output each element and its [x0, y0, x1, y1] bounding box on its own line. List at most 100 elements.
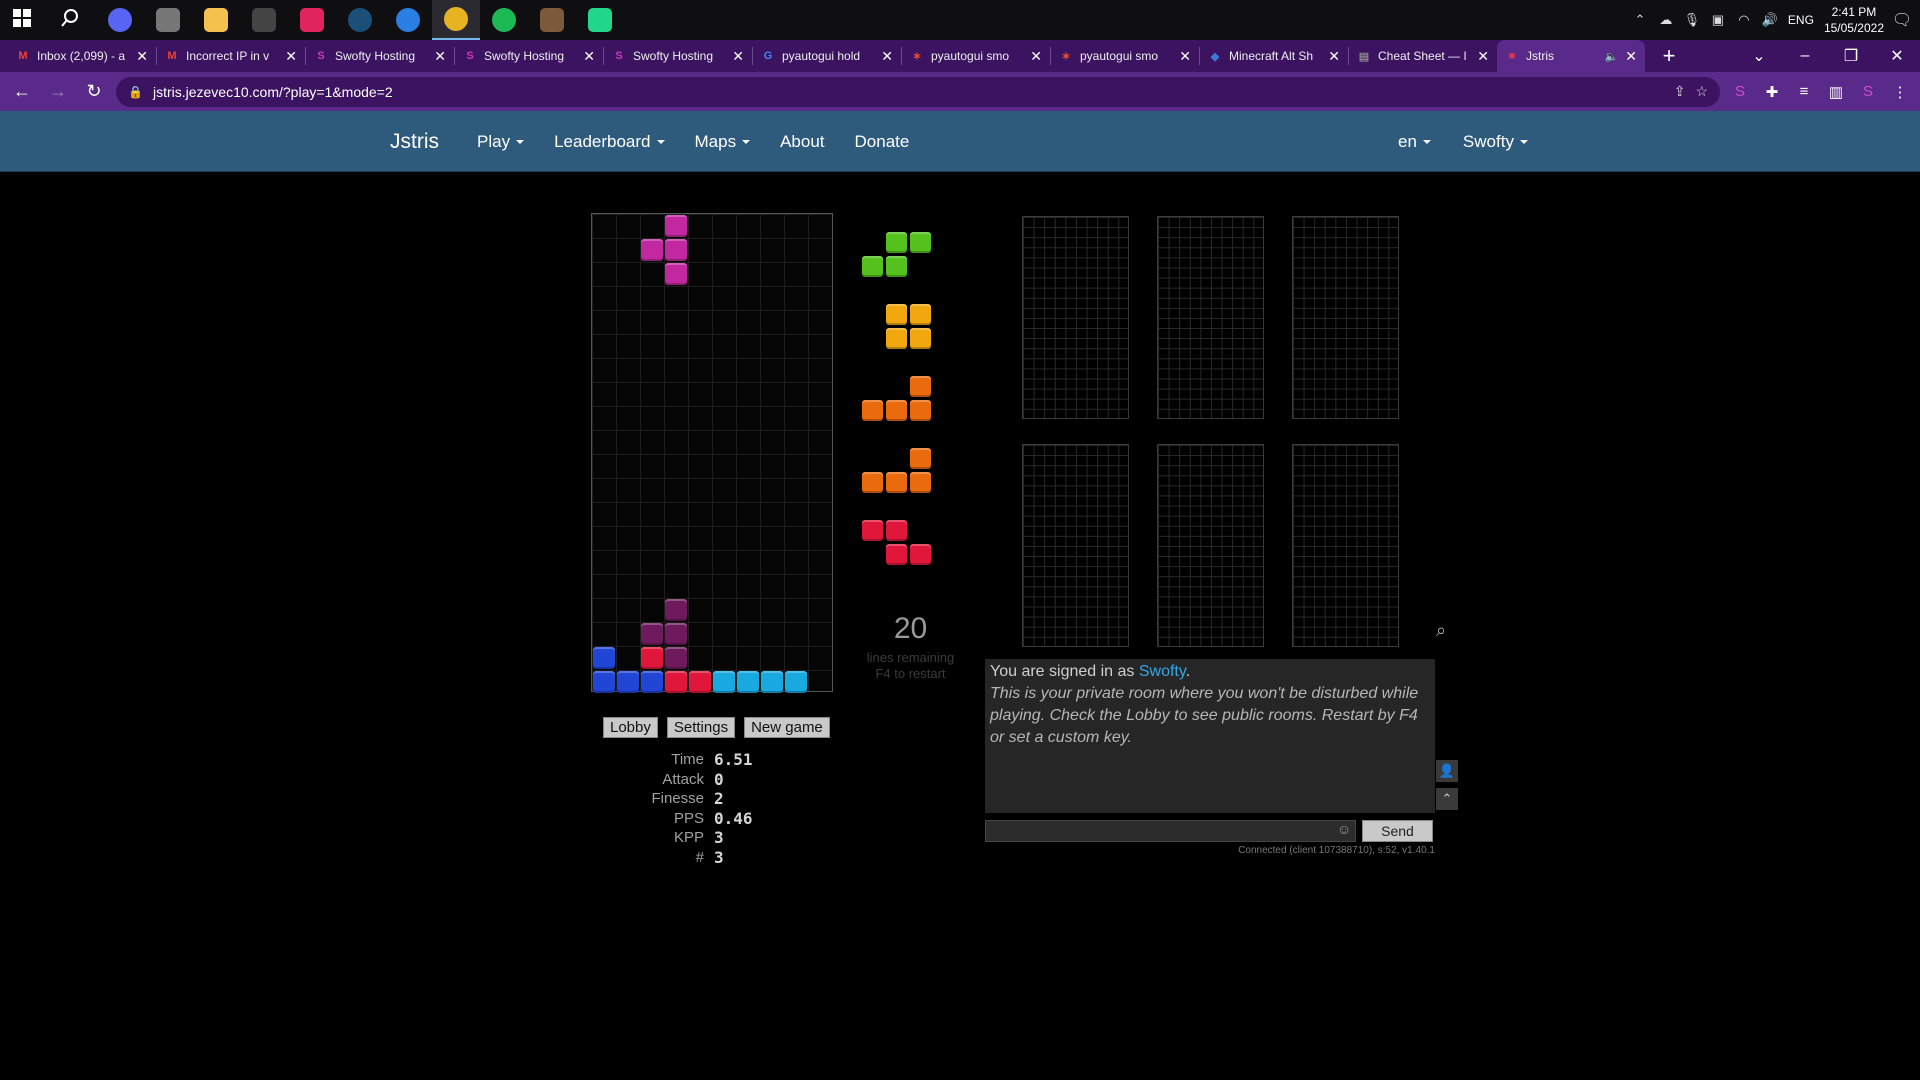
minimize-button[interactable]: –: [1782, 40, 1828, 72]
browser-tab[interactable]: Gpyautogui hold ✕: [753, 40, 901, 72]
tab-favicon-icon: M: [18, 50, 28, 62]
tab-search-icon[interactable]: ⌄: [1736, 40, 1782, 72]
close-tab-icon[interactable]: ✕: [1625, 48, 1637, 65]
board-block: [665, 263, 687, 285]
display-icon[interactable]: ▣: [1710, 12, 1726, 28]
lines-remaining-label: lines remaining F4 to restart: [858, 650, 963, 682]
add-friend-icon[interactable]: 👤: [1436, 760, 1458, 782]
menu-kebab-icon[interactable]: ⋮: [1888, 80, 1912, 104]
close-tab-icon[interactable]: ✕: [583, 48, 595, 65]
taskbar-intellij-icon[interactable]: [288, 0, 336, 40]
bookmark-star-icon[interactable]: ☆: [1695, 83, 1708, 100]
browser-tab[interactable]: S Swofty Hosting ✕: [604, 40, 752, 72]
back-button[interactable]: ←: [8, 78, 36, 106]
tab-strip: M Inbox (2,099) - a ✕ M Incorrect IP in v ✕ S S…: [0, 40, 1920, 72]
tab-jstris-active[interactable]: ■ Jstris 🔈 ✕: [1497, 40, 1645, 72]
close-tab-icon[interactable]: ✕: [881, 48, 893, 65]
close-tab-icon[interactable]: ✕: [1328, 48, 1340, 65]
nav-about[interactable]: About: [780, 132, 824, 152]
minecraft-glyph: [540, 8, 564, 32]
browser-tab[interactable]: S Swofty Hosting ✕: [455, 40, 603, 72]
browser-tab[interactable]: ▤ Cheat Sheet — I ✕: [1349, 40, 1497, 72]
lock-icon[interactable]: 🔒: [128, 85, 143, 99]
language-dropdown[interactable]: en: [1398, 132, 1431, 152]
clock[interactable]: 2:41 PM 15/05/2022: [1824, 4, 1884, 36]
nav-donate[interactable]: Donate: [855, 132, 910, 152]
forward-button[interactable]: →: [44, 78, 72, 106]
queue-block: [910, 376, 931, 397]
taskbar-steam-icon[interactable]: [336, 0, 384, 40]
media-control-icon[interactable]: ≡: [1792, 80, 1816, 104]
taskbar-pycharm-icon[interactable]: [576, 0, 624, 40]
nav-maps[interactable]: Maps: [695, 132, 751, 152]
close-tab-icon[interactable]: ✕: [1179, 48, 1191, 65]
brand-logo[interactable]: Jstris: [390, 130, 439, 154]
chat-input[interactable]: [985, 820, 1356, 842]
browser-tab[interactable]: ✶ pyautogui smo ✕: [1051, 40, 1199, 72]
new-game-button[interactable]: New game: [744, 717, 830, 738]
browser-tab[interactable]: M Inbox (2,099) - a ✕: [8, 40, 156, 72]
close-window-button[interactable]: ✕: [1874, 40, 1920, 72]
reload-button[interactable]: ↻: [80, 78, 108, 106]
board-block: [593, 671, 615, 693]
windows-start-glyph: [12, 8, 36, 32]
close-tab-icon[interactable]: ✕: [732, 48, 744, 65]
taskbar-file-explorer-icon[interactable]: [192, 0, 240, 40]
extensions-puzzle-icon[interactable]: ✚: [1760, 80, 1784, 104]
opponent-board: [1292, 444, 1399, 647]
tab-favicon-icon: ▤: [1358, 50, 1370, 63]
user-dropdown[interactable]: Swofty: [1463, 132, 1528, 152]
new-tab-button[interactable]: +: [1653, 43, 1685, 69]
chevron-up-icon[interactable]: ⌃: [1632, 12, 1648, 28]
settings-button[interactable]: Settings: [666, 717, 736, 738]
microphone-icon[interactable]: 🎙: [1684, 12, 1701, 28]
nav-play[interactable]: Play: [477, 132, 525, 152]
browser-tab[interactable]: M Incorrect IP in v ✕: [157, 40, 305, 72]
queue-block: [910, 544, 931, 565]
taskbar-windows-start-icon[interactable]: [0, 0, 48, 40]
side-panel-icon[interactable]: ▥: [1824, 80, 1848, 104]
swofty-extension-icon[interactable]: S: [1728, 80, 1752, 104]
opponent-board: [1022, 444, 1129, 647]
language-indicator[interactable]: ENG: [1788, 13, 1814, 27]
nav-leaderboard[interactable]: Leaderboard: [554, 132, 665, 152]
tetris-board[interactable]: [591, 213, 833, 693]
taskbar-spotify-icon[interactable]: [480, 0, 528, 40]
tab-title: Jstris: [1526, 49, 1554, 63]
taskbar-minecraft-icon[interactable]: [528, 0, 576, 40]
address-bar[interactable]: 🔒 jstris.jezevec10.com/?play=1&mode=2 ⇪ …: [116, 76, 1720, 107]
taskbar-discord-icon[interactable]: [96, 0, 144, 40]
tab-audio-icon[interactable]: 🔈: [1605, 50, 1619, 63]
wifi-icon[interactable]: ◠: [1736, 12, 1752, 28]
restore-button[interactable]: ❐: [1828, 40, 1874, 72]
cloud-icon[interactable]: ☁: [1658, 12, 1674, 28]
scroll-up-icon[interactable]: ⌃: [1436, 788, 1458, 810]
taskbar-terminal-icon[interactable]: [240, 0, 288, 40]
taskbar-search-icon[interactable]: [48, 0, 96, 40]
tab-favicon-icon: S: [466, 50, 474, 62]
notifications-icon[interactable]: 🗨: [1892, 12, 1912, 29]
steam-glyph: [348, 8, 372, 32]
browser-tab[interactable]: ◆ Minecraft Alt Sh ✕: [1200, 40, 1348, 72]
share-icon[interactable]: ⇪: [1674, 83, 1686, 100]
close-tab-icon[interactable]: ✕: [434, 48, 446, 65]
close-tab-icon[interactable]: ✕: [136, 48, 148, 65]
signed-suffix: .: [1185, 663, 1191, 680]
chat-username-link[interactable]: Swofty: [1139, 663, 1186, 680]
tab-favicon-icon: S: [317, 50, 325, 62]
lobby-button[interactable]: Lobby: [603, 717, 658, 738]
close-tab-icon[interactable]: ✕: [1030, 48, 1042, 65]
taskbar-app-gray-icon[interactable]: [144, 0, 192, 40]
send-button[interactable]: Send: [1362, 820, 1433, 842]
queue-block: [886, 304, 907, 325]
taskbar-bluetooth-app-icon[interactable]: [384, 0, 432, 40]
emoji-icon[interactable]: ☺: [1337, 821, 1351, 837]
browser-tab[interactable]: ✶ pyautogui smo ✕: [902, 40, 1050, 72]
close-tab-icon[interactable]: ✕: [1477, 48, 1489, 65]
browser-tab[interactable]: S Swofty Hosting ✕: [306, 40, 454, 72]
profile-avatar[interactable]: S: [1856, 80, 1880, 104]
zoom-magnifier-icon[interactable]: ⌕: [1436, 620, 1460, 644]
taskbar-chrome-icon[interactable]: [432, 0, 480, 40]
volume-icon[interactable]: 🔊: [1762, 12, 1778, 28]
close-tab-icon[interactable]: ✕: [285, 48, 297, 65]
